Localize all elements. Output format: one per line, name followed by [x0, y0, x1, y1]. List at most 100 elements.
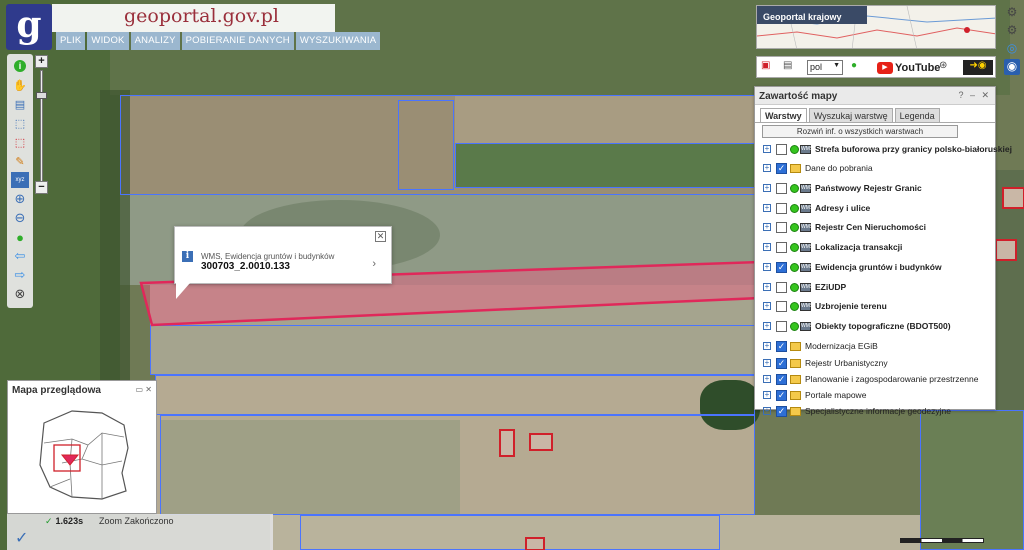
chevron-right-icon[interactable]: › — [372, 258, 376, 270]
expand-layer-icon[interactable]: + — [763, 391, 771, 399]
layer-checkbox[interactable]: ✓ — [776, 389, 787, 401]
menu-pobieranie-danych[interactable]: POBIERANIE DANYCH — [181, 32, 294, 50]
menu-plik[interactable]: PLIK — [56, 32, 86, 50]
gk-title: Geoportal krajowy — [763, 12, 842, 22]
layer-name[interactable]: Uzbrojenie terenu — [815, 301, 887, 311]
zoom-slider-handle[interactable] — [36, 92, 47, 99]
accessibility-icon[interactable]: ⊛ — [939, 60, 947, 75]
document-icon[interactable]: ▣ — [761, 60, 770, 75]
layer-name[interactable]: Modernizacja EGiB — [805, 341, 878, 351]
popup-close-button[interactable]: ✕ — [375, 231, 386, 242]
expand-layer-icon[interactable]: + — [763, 322, 771, 330]
layer-name[interactable]: Dane do pobrania — [805, 163, 873, 173]
expand-layer-icon[interactable]: + — [763, 342, 771, 350]
expand-all-button[interactable]: Rozwiń inf. o wszystkich warstwach — [762, 125, 958, 138]
youtube-link[interactable]: ▶ YouTube — [877, 60, 940, 75]
map-service-icon[interactable]: ▤ — [783, 60, 792, 75]
layer-checkbox[interactable] — [776, 281, 787, 293]
zoom-minus-button[interactable]: − — [35, 181, 48, 194]
layer-name[interactable]: Portale mapowe — [805, 390, 866, 400]
expand-layer-icon[interactable]: + — [763, 359, 771, 367]
expand-layer-icon[interactable]: + — [763, 223, 771, 231]
info-icon[interactable]: i — [11, 58, 29, 74]
measure-pencil-icon[interactable]: ✎ — [11, 153, 29, 169]
tab-wyszukaj-warstwe[interactable]: Wyszukaj warstwę — [808, 108, 893, 123]
gear-icon[interactable]: ⚙ — [1004, 23, 1020, 39]
expand-layer-icon[interactable]: + — [763, 283, 771, 291]
expand-layer-icon[interactable]: + — [763, 302, 771, 310]
layer-name[interactable]: Obiekty topograficzne (BDOT500) — [815, 321, 951, 331]
layer-checkbox[interactable] — [776, 320, 787, 332]
layer-checkbox[interactable]: ✓ — [776, 405, 787, 417]
expand-layer-icon[interactable]: + — [763, 263, 771, 271]
zoom-plus-button[interactable]: + — [35, 55, 48, 68]
gear-icon[interactable]: ⚙ — [1004, 5, 1020, 21]
layer-checkbox[interactable]: ✓ — [776, 162, 787, 174]
previous-view-arrow-icon[interactable]: ⇦ — [11, 248, 29, 264]
eye-icon[interactable]: ◉ — [1004, 59, 1020, 75]
globe-icon[interactable]: ◎ — [1004, 41, 1020, 57]
poland-map-icon[interactable] — [32, 403, 136, 507]
expand-layer-icon[interactable]: + — [763, 204, 771, 212]
expand-layer-icon[interactable]: + — [763, 184, 771, 192]
layer-checkbox[interactable]: ✓ — [776, 261, 787, 273]
pan-hand-icon[interactable]: ✋ — [11, 77, 29, 93]
popup-parcel-id[interactable]: 300703_2.0010.133 — [201, 261, 290, 272]
wms-icon: WMS — [800, 242, 814, 252]
wms-icon: WMS — [800, 301, 814, 311]
help-icon[interactable]: ● — [851, 60, 857, 75]
expand-layer-icon[interactable]: + — [763, 145, 771, 153]
clear-selection-icon[interactable]: ⬚ — [11, 134, 29, 150]
contrast-eye-icon[interactable]: ➜◉ — [963, 60, 993, 75]
geoportal-krajowy-panel[interactable]: Geoportal krajowy — [756, 5, 996, 49]
zoom-slider-track[interactable] — [40, 70, 43, 182]
menu-wyszukiwania[interactable]: WYSZUKIWANIA — [295, 32, 381, 50]
layer-checkbox[interactable] — [776, 182, 787, 194]
expand-layer-icon[interactable]: + — [763, 243, 771, 251]
tab-warstwy[interactable]: Warstwy — [760, 108, 807, 123]
layer-checkbox[interactable]: ✓ — [776, 340, 787, 352]
full-extent-globe-icon[interactable]: ● — [11, 229, 29, 245]
layers-window-buttons[interactable]: ? – ✕ — [958, 90, 991, 101]
layer-checkbox[interactable] — [776, 241, 787, 253]
select-area-icon[interactable]: ⬚ — [11, 115, 29, 131]
layer-name[interactable]: Planowanie i zagospodarowanie przestrzen… — [805, 374, 978, 384]
layer-checkbox[interactable]: ✓ — [776, 357, 787, 369]
layer-name[interactable]: Ewidencja gruntów i budynków — [815, 262, 942, 272]
layer-name[interactable]: Państwowy Rejestr Granic — [815, 183, 922, 193]
expand-layer-icon[interactable]: + — [763, 407, 771, 415]
layer-name[interactable]: Rejestr Cen Nieruchomości — [815, 222, 926, 232]
layer-row: + ✓ Rejestr Urbanistyczny — [763, 355, 888, 371]
legend-icon[interactable]: ▤ — [11, 96, 29, 112]
geoportal-logo[interactable]: g — [6, 4, 52, 50]
layer-name[interactable]: Strefa buforowa przy granicy polsko-biał… — [815, 144, 1012, 154]
zoom-in-icon[interactable]: ⊕ — [11, 191, 29, 207]
layers-panel-title: Zawartość mapy — [759, 91, 838, 102]
layer-name[interactable]: Specjalistyczne informacje geodezyjne — [805, 406, 951, 416]
overview-window-buttons[interactable]: ▭ ✕ — [136, 385, 152, 394]
reset-icon[interactable]: ⊗ — [11, 286, 29, 302]
expand-layer-icon[interactable]: + — [763, 375, 771, 383]
layer-name[interactable]: Rejestr Urbanistyczny — [805, 358, 888, 368]
layer-checkbox[interactable]: ✓ — [776, 373, 787, 385]
layer-checkbox[interactable] — [776, 221, 787, 233]
tab-legenda[interactable]: Legenda — [894, 108, 940, 123]
layer-checkbox[interactable] — [776, 202, 787, 214]
expand-layer-icon[interactable]: + — [763, 164, 771, 172]
next-view-arrow-icon[interactable]: ⇨ — [11, 267, 29, 283]
layer-name[interactable]: Lokalizacja transakcji — [815, 242, 902, 252]
layer-checkbox[interactable] — [776, 143, 787, 155]
layer-row: + ✓ Portale mapowe — [763, 387, 866, 403]
tab-divider — [755, 122, 995, 123]
folder-icon — [790, 358, 801, 368]
menu-analizy[interactable]: ANALIZY — [130, 32, 180, 50]
folder-icon — [790, 374, 801, 384]
layer-checkbox[interactable] — [776, 300, 787, 312]
folder-icon — [790, 390, 801, 400]
menu-widok[interactable]: WIDOK — [87, 32, 129, 50]
language-select[interactable]: pol ▼ — [807, 60, 843, 75]
coordinates-icon[interactable]: xyz — [11, 172, 29, 188]
layer-name[interactable]: EZiUDP — [815, 282, 846, 292]
zoom-out-icon[interactable]: ⊖ — [11, 210, 29, 226]
layer-name[interactable]: Adresy i ulice — [815, 203, 870, 213]
